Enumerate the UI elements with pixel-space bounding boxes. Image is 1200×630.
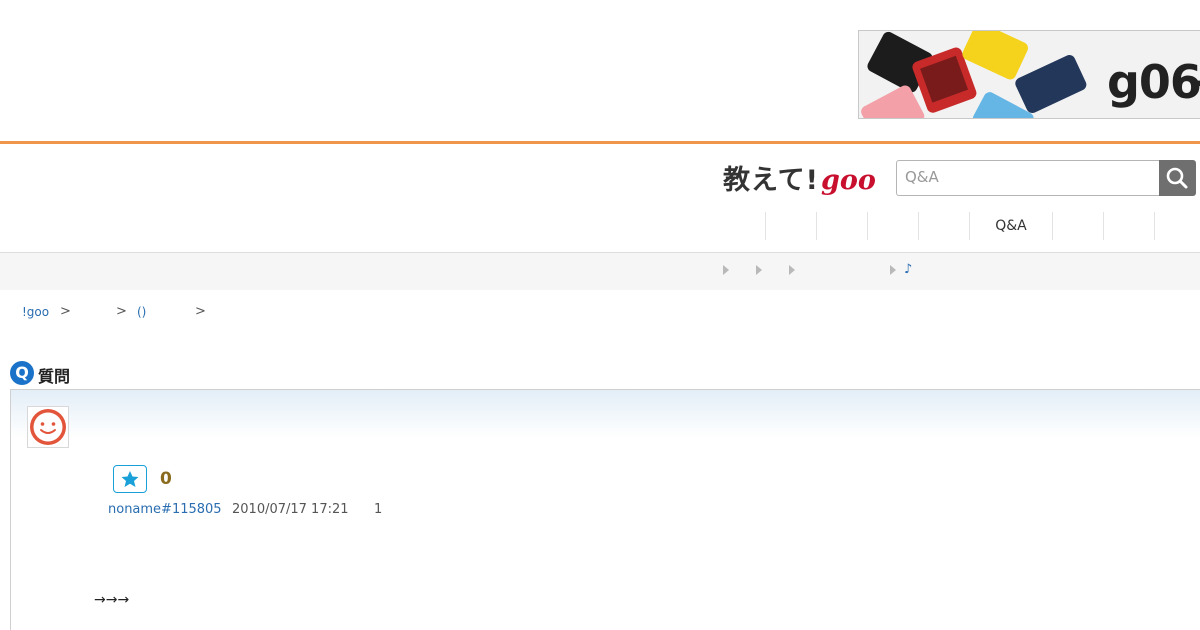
nav-item-qa[interactable]: Q&A — [969, 212, 1052, 240]
avatar[interactable] — [27, 406, 69, 448]
nav-item-3[interactable] — [867, 212, 918, 240]
like-button[interactable] — [113, 465, 147, 493]
logo-text-jp: 教えて! — [723, 165, 819, 196]
ad-banner[interactable]: g06 + — [858, 30, 1200, 119]
author-link[interactable]: noname#115805 — [108, 502, 222, 517]
post-date: 2010/07/17 17:21 — [232, 502, 349, 517]
triangle-right-icon — [789, 265, 795, 275]
triangle-right-icon — [723, 265, 729, 275]
search-button[interactable] — [1159, 160, 1196, 196]
search-input[interactable]: Q&A — [896, 160, 1160, 196]
nav-item-6[interactable] — [1052, 212, 1103, 240]
sub-navigation-bar — [0, 253, 1200, 290]
logo-text-goo: goo — [820, 165, 876, 196]
ad-brand-plus: + — [1191, 55, 1200, 109]
breadcrumb-separator: > — [195, 304, 206, 319]
question-badge-icon: Q — [10, 361, 34, 385]
nav-item-7[interactable] — [1103, 212, 1154, 240]
triangle-right-icon — [756, 265, 762, 275]
nav-item-2[interactable] — [816, 212, 867, 240]
search-icon — [1166, 167, 1188, 189]
sub-nav-link[interactable]: ♪ — [904, 262, 912, 277]
site-logo[interactable]: 教えて!goo — [723, 158, 876, 196]
nav-item-4[interactable] — [918, 212, 969, 240]
section-title: 質問 — [38, 367, 71, 386]
nav-item-1[interactable] — [765, 212, 816, 240]
question-body: →→→ — [94, 592, 130, 608]
star-icon — [121, 471, 139, 487]
answer-count: 1 — [374, 502, 383, 517]
breadcrumb-separator: > — [116, 304, 127, 319]
triangle-right-icon — [890, 265, 896, 275]
smiley-icon — [30, 409, 66, 445]
breadcrumb-category[interactable]: () — [137, 305, 146, 319]
nav-item-8[interactable] — [1154, 212, 1200, 240]
breadcrumb-separator: > — [60, 304, 71, 319]
like-count: 0 — [160, 469, 172, 489]
breadcrumb-home[interactable]: !goo — [22, 305, 49, 319]
ad-brand-text: g06 — [1107, 55, 1200, 109]
header-divider — [0, 141, 1200, 144]
